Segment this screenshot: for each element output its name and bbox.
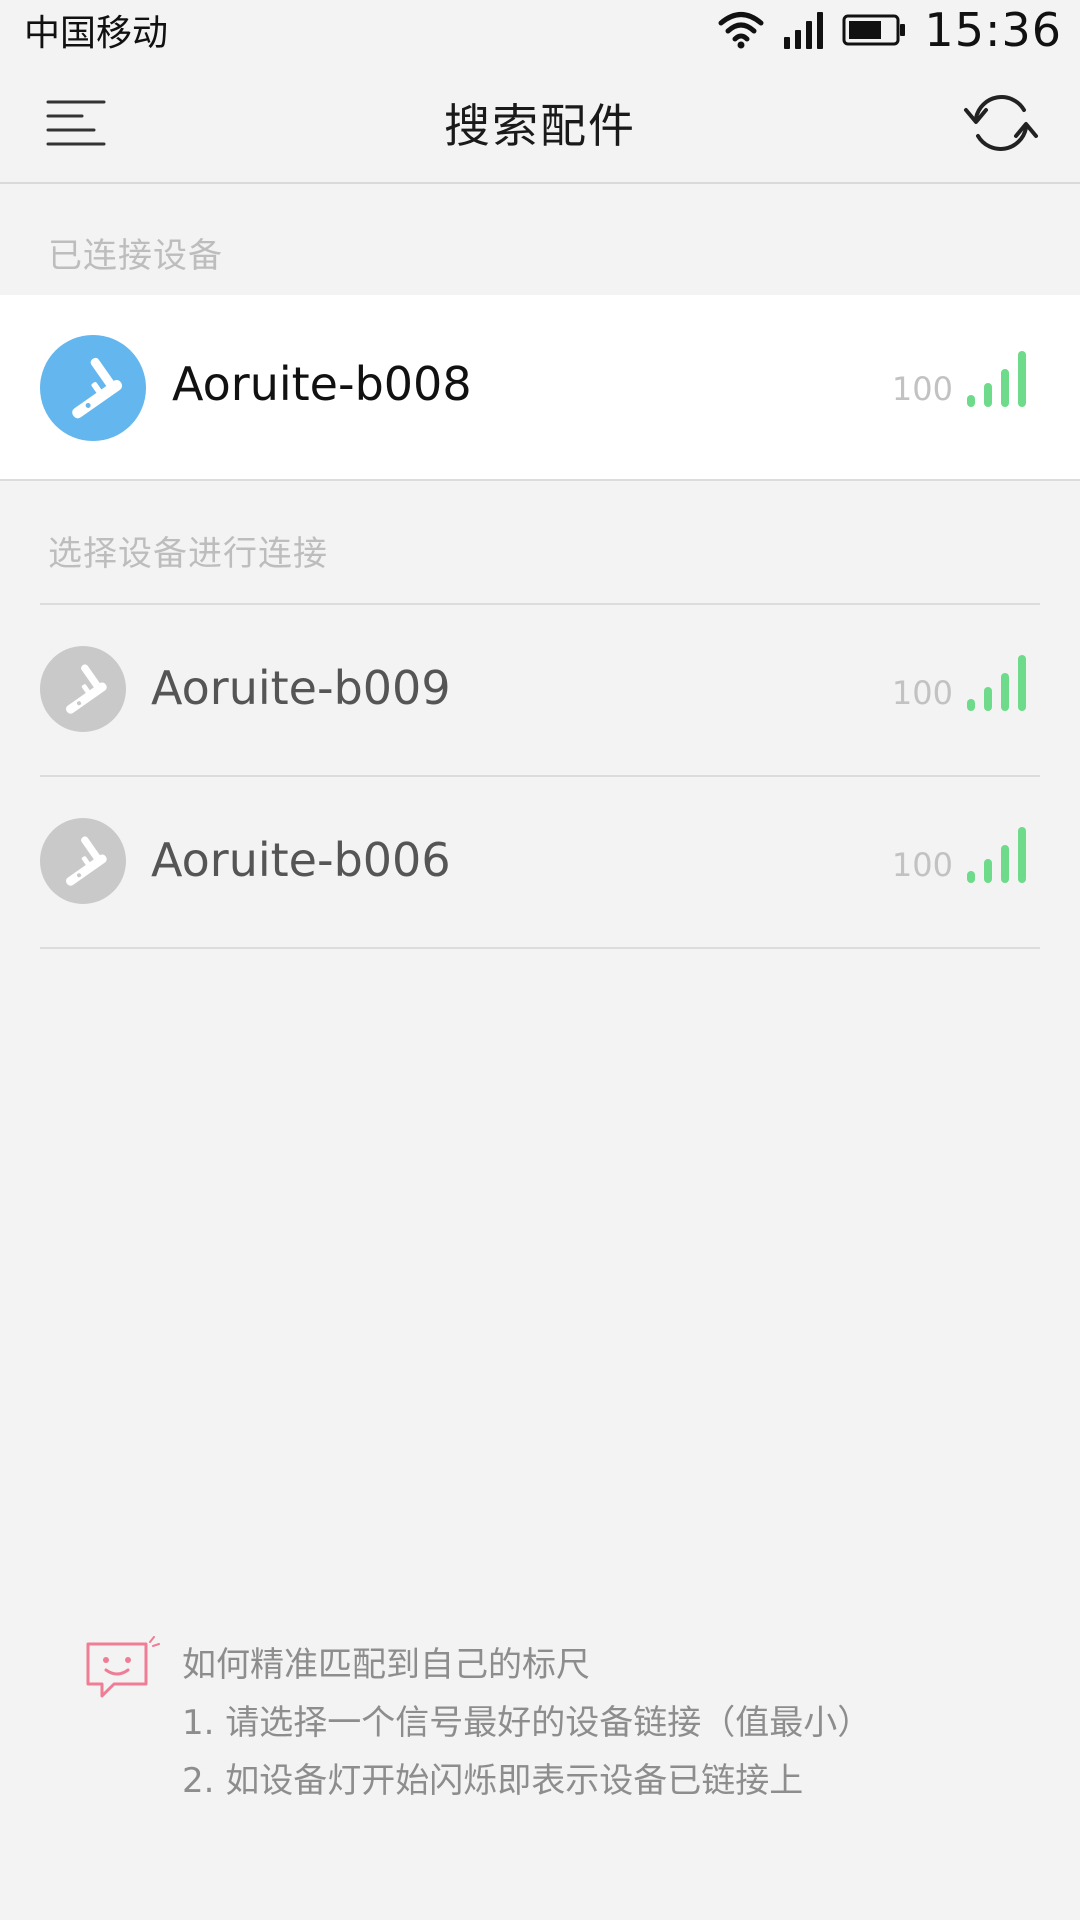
menu-button[interactable] bbox=[40, 92, 112, 152]
connected-device-row[interactable]: Aoruite-b008 100 bbox=[0, 295, 1080, 481]
signal-value: 100 bbox=[891, 370, 953, 408]
menu-icon bbox=[46, 100, 106, 146]
ruler-device-icon bbox=[66, 664, 107, 714]
device-row[interactable]: Aoruite-b006 100 bbox=[40, 777, 1040, 949]
nav-bar: 搜索配件 bbox=[0, 60, 1080, 184]
wifi-icon bbox=[718, 12, 764, 49]
chat-smiley-icon bbox=[86, 1636, 160, 1698]
signal-indicator: 100 bbox=[892, 351, 1026, 407]
tips-title: 如何精准匹配到自己的标尺 bbox=[182, 1645, 590, 1685]
connected-device-name: Aoruite-b008 bbox=[172, 357, 472, 411]
status-time: 15:36 bbox=[924, 3, 1062, 57]
signal-bars-icon bbox=[967, 827, 1026, 883]
device-name: Aoruite-b009 bbox=[151, 661, 451, 715]
status-bar: 中国移动 15:36 bbox=[0, 0, 1080, 60]
device-avatar bbox=[40, 646, 126, 732]
device-avatar bbox=[40, 818, 126, 904]
tips-line-2: 2. 如设备灯开始闪烁即表示设备已链接上 bbox=[182, 1761, 804, 1801]
signal-indicator: 100 bbox=[892, 655, 1026, 711]
connected-section-header: 已连接设备 bbox=[48, 236, 223, 276]
signal-value: 100 bbox=[891, 674, 953, 712]
signal-bars-icon bbox=[967, 655, 1026, 711]
signal-bars-icon bbox=[967, 351, 1026, 407]
device-name: Aoruite-b006 bbox=[151, 833, 451, 887]
device-row[interactable]: Aoruite-b009 100 bbox=[40, 605, 1040, 777]
available-section-header: 选择设备进行连接 bbox=[48, 534, 328, 574]
carrier-label: 中国移动 bbox=[24, 13, 169, 54]
status-right: 15:36 bbox=[718, 3, 1062, 57]
screen: 中国移动 15:36 搜索配件 已连接设备 Aoruite-b008 100 选… bbox=[0, 0, 1080, 1920]
signal-value: 100 bbox=[891, 846, 953, 884]
page-title: 搜索配件 bbox=[444, 99, 636, 153]
tips-line-1: 1. 请选择一个信号最好的设备链接（值最小） bbox=[182, 1703, 872, 1743]
device-list: Aoruite-b009 100 Aoruite-b006 100 bbox=[40, 603, 1040, 949]
refresh-icon bbox=[964, 95, 1038, 151]
signal-indicator: 100 bbox=[892, 827, 1026, 883]
battery-icon bbox=[842, 14, 906, 46]
device-avatar bbox=[40, 335, 146, 441]
cell-signal-icon bbox=[784, 12, 824, 49]
ruler-device-icon bbox=[72, 357, 123, 419]
refresh-button[interactable] bbox=[962, 84, 1040, 162]
ruler-device-icon bbox=[66, 836, 107, 886]
tips-text: 如何精准匹配到自己的标尺 1. 请选择一个信号最好的设备链接（值最小） 2. 如… bbox=[182, 1636, 1042, 1810]
